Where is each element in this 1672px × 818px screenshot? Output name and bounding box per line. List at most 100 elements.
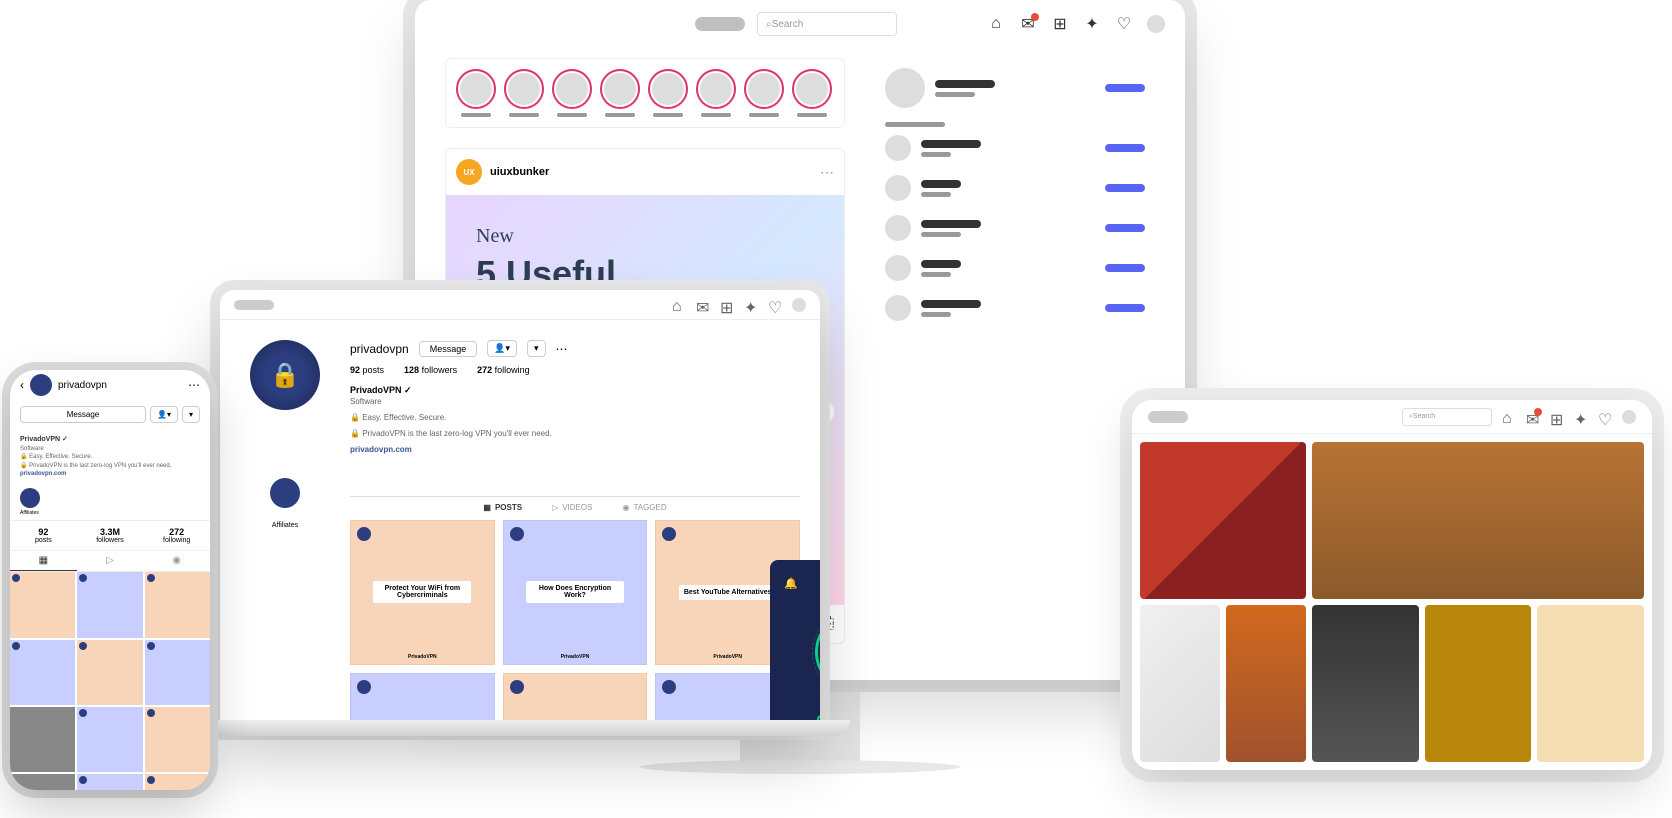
laptop-base — [190, 720, 850, 736]
highlight-avatar[interactable] — [270, 478, 300, 508]
new-post-icon[interactable]: ⊞ — [1550, 410, 1564, 424]
highlight-label: Affiliates — [20, 510, 200, 516]
profile-picture[interactable]: 🔒 — [250, 340, 320, 410]
story-item[interactable] — [504, 69, 544, 117]
story-item[interactable] — [696, 69, 736, 117]
highlight-avatar[interactable] — [20, 488, 40, 508]
story-item[interactable] — [552, 69, 592, 117]
message-button[interactable]: Message — [419, 341, 478, 357]
suggestion-avatar[interactable] — [885, 135, 911, 161]
new-post-icon[interactable]: ⊞ — [1051, 15, 1069, 33]
post-tile[interactable] — [77, 640, 142, 705]
post-more-icon[interactable]: ⋯ — [820, 164, 834, 181]
messages-icon[interactable]: ✉ — [696, 298, 710, 312]
activity-icon[interactable]: ♡ — [1598, 410, 1612, 424]
story-item[interactable] — [792, 69, 832, 117]
suggest-dropdown[interactable]: ▾ — [182, 406, 200, 423]
tab-video-icon[interactable]: ▷ — [77, 551, 144, 571]
followers-stat[interactable]: 3.3Mfollowers — [77, 521, 144, 550]
post-tile[interactable] — [145, 572, 210, 637]
home-icon[interactable]: ⌂ — [987, 15, 1005, 33]
post-tile[interactable] — [77, 774, 142, 790]
profile-link[interactable]: privadovpn.com — [20, 470, 200, 478]
profile-avatar[interactable] — [30, 374, 52, 396]
activity-icon[interactable]: ♡ — [768, 298, 782, 312]
profile-link[interactable]: privadovpn.com — [350, 444, 800, 456]
post-tile[interactable] — [145, 774, 210, 790]
explore-tile[interactable] — [1226, 605, 1306, 762]
explore-tile[interactable] — [1140, 442, 1306, 599]
profile-avatar[interactable] — [1622, 410, 1636, 424]
post-username[interactable]: uiuxbunker — [490, 166, 549, 178]
suggestion-avatar[interactable] — [885, 255, 911, 281]
more-icon[interactable]: ⋯ — [556, 342, 568, 356]
vpn-app-window: 🔔 PrivadoVPN ≡ 🔒 Connected — [770, 560, 820, 730]
new-post-icon[interactable]: ⊞ — [720, 298, 734, 312]
switch-link[interactable] — [1105, 84, 1145, 92]
home-icon[interactable]: ⌂ — [1502, 410, 1516, 424]
search-input[interactable]: ⌕ Search — [1402, 408, 1492, 426]
follow-link[interactable] — [1105, 224, 1145, 232]
follow-link[interactable] — [1105, 144, 1145, 152]
tab-tagged-icon[interactable]: ◉ — [143, 551, 210, 571]
follow-link[interactable] — [1105, 184, 1145, 192]
tab-videos[interactable]: ▷ VIDEOS — [552, 503, 592, 512]
story-item[interactable] — [456, 69, 496, 117]
suggestion-avatar[interactable] — [885, 295, 911, 321]
explore-tile[interactable] — [1537, 605, 1644, 762]
story-item[interactable] — [744, 69, 784, 117]
tab-tagged[interactable]: ◉ TAGGED — [622, 503, 666, 512]
posts-grid: Protect Your WiFi from CybercriminalsPri… — [350, 520, 800, 730]
follow-link[interactable] — [1105, 304, 1145, 312]
post-avatar[interactable]: UX — [456, 159, 482, 185]
more-icon[interactable]: ⋯ — [188, 378, 200, 392]
suggest-dropdown[interactable]: ▾ — [527, 340, 546, 357]
bio-line: 🔒 Easy. Effective. Secure. — [350, 412, 800, 424]
post-tile[interactable] — [77, 707, 142, 772]
explore-icon[interactable]: ✦ — [744, 298, 758, 312]
story-item[interactable] — [648, 69, 688, 117]
profile-avatar[interactable] — [792, 298, 806, 312]
user-avatar[interactable] — [885, 68, 925, 108]
story-item[interactable] — [600, 69, 640, 117]
post-tile[interactable] — [77, 572, 142, 637]
post-tile[interactable]: How Does Encryption Work?PrivadoVPN — [503, 520, 648, 665]
display-name: PrivadoVPN ✓ — [20, 435, 200, 445]
back-icon[interactable]: ‹ — [20, 378, 24, 392]
post-tile[interactable] — [10, 640, 75, 705]
activity-icon[interactable]: ♡ — [1115, 15, 1133, 33]
suggestion-avatar[interactable] — [885, 175, 911, 201]
bookmark-icon[interactable]: ⎘ — [821, 615, 834, 633]
messages-icon[interactable]: ✉ — [1019, 15, 1037, 33]
follow-dropdown[interactable]: 👤▾ — [150, 406, 178, 423]
post-tile[interactable] — [10, 774, 75, 790]
explore-tile[interactable] — [1140, 605, 1220, 762]
search-input[interactable]: ⌕ Search — [757, 12, 897, 36]
explore-icon[interactable]: ✦ — [1083, 15, 1101, 33]
profile-avatar[interactable] — [1147, 15, 1165, 33]
follow-link[interactable] — [1105, 264, 1145, 272]
vpn-connection-indicator[interactable]: 🔒 — [815, 612, 820, 692]
bell-icon[interactable]: 🔔 — [784, 577, 798, 590]
post-tile[interactable] — [145, 640, 210, 705]
explore-tile[interactable] — [1425, 605, 1532, 762]
post-tile[interactable]: Protect Your WiFi from CybercriminalsPri… — [350, 520, 495, 665]
suggestion-avatar[interactable] — [885, 215, 911, 241]
message-button[interactable]: Message — [20, 406, 146, 423]
post-tile[interactable] — [145, 707, 210, 772]
messages-icon[interactable]: ✉ — [1526, 410, 1540, 424]
tab-posts[interactable]: ▦ POSTS — [483, 503, 522, 512]
tab-grid-icon[interactable]: ▦ — [10, 551, 77, 571]
post-tile[interactable] — [10, 707, 75, 772]
follow-dropdown[interactable]: 👤▾ — [487, 340, 517, 357]
explore-tile[interactable] — [1312, 605, 1419, 762]
explore-icon[interactable]: ✦ — [1574, 410, 1588, 424]
posts-stat[interactable]: 92posts — [10, 521, 77, 550]
post-tile[interactable] — [10, 572, 75, 637]
post-new-label: New — [476, 225, 814, 248]
tablet-device: ⌕ Search ⌂ ✉ ⊞ ✦ ♡ — [1132, 400, 1652, 770]
home-icon[interactable]: ⌂ — [672, 298, 686, 312]
explore-tile[interactable] — [1312, 442, 1644, 599]
laptop-device: ⌂ ✉ ⊞ ✦ ♡ 🔒 Affiliates privadovpn Messag… — [220, 290, 820, 730]
following-stat[interactable]: 272following — [143, 521, 210, 550]
